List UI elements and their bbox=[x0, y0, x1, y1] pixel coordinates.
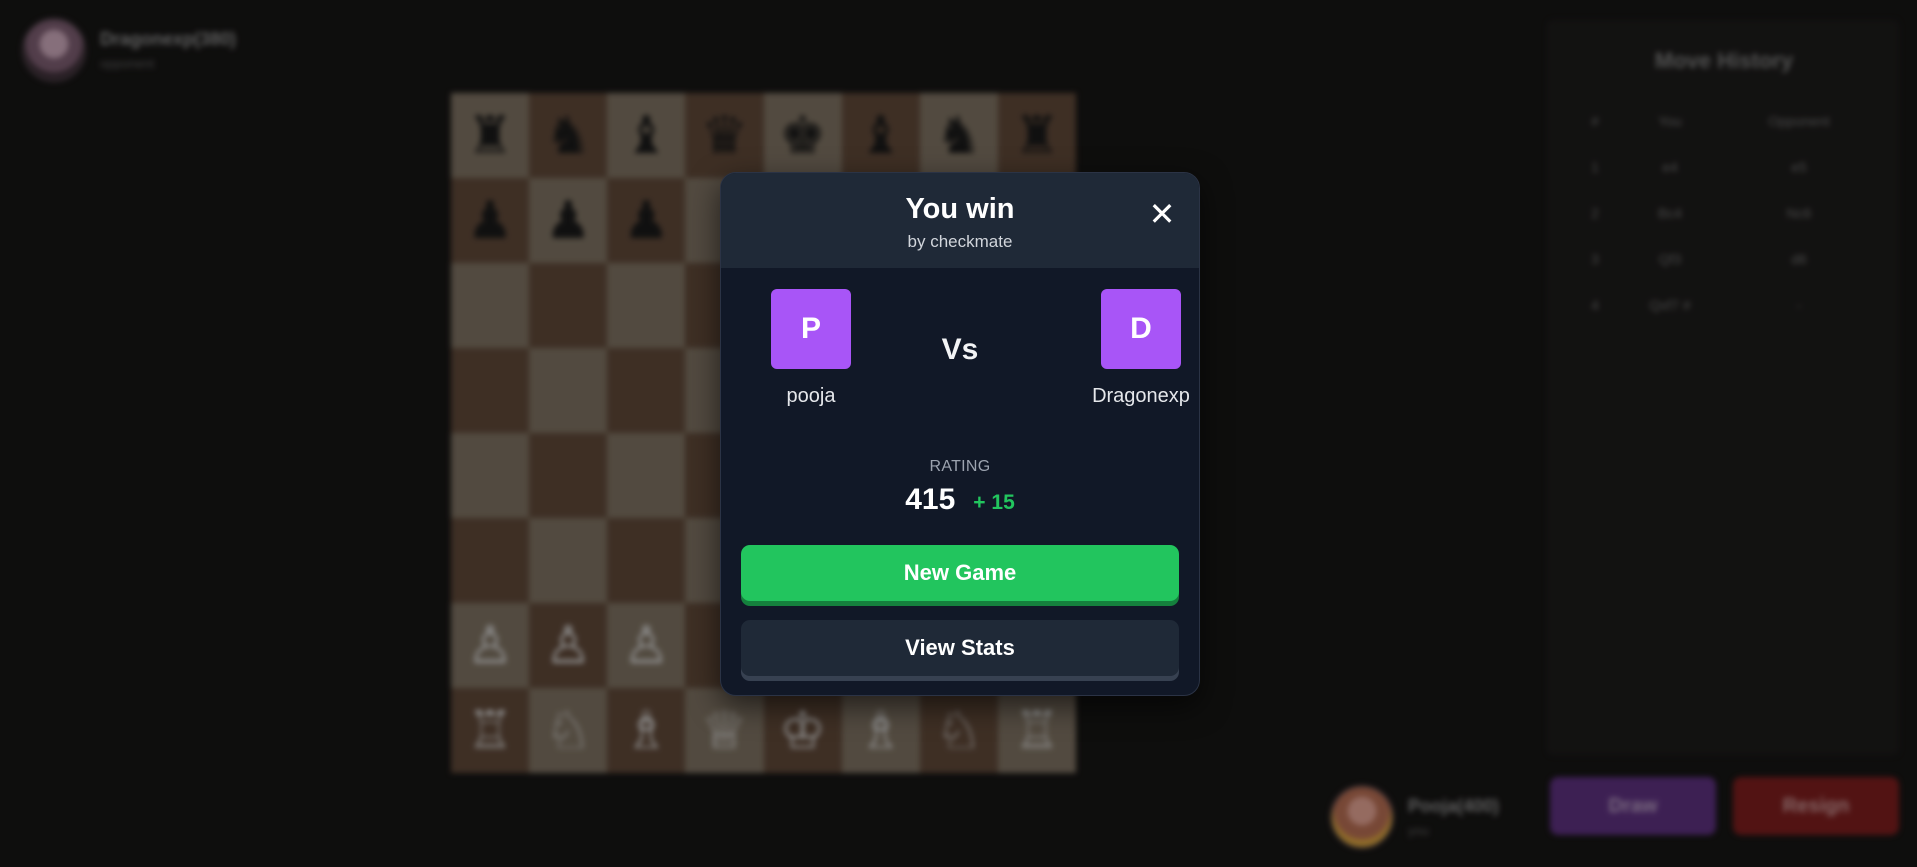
close-icon[interactable]: ✕ bbox=[1147, 196, 1177, 232]
rating-delta: + 15 bbox=[973, 491, 1015, 514]
loser-avatar: D bbox=[1101, 289, 1181, 369]
rating-value: 415 bbox=[905, 483, 956, 516]
view-stats-button[interactable]: View Stats bbox=[741, 620, 1179, 676]
winner-name: pooja bbox=[786, 385, 836, 407]
result-title: You win bbox=[905, 193, 1015, 225]
new-game-button[interactable]: New Game bbox=[741, 545, 1179, 601]
modal-header: You win by checkmate ✕ bbox=[721, 173, 1199, 268]
result-subtitle: by checkmate bbox=[907, 232, 1013, 251]
loser-name: Dragonexp bbox=[1092, 385, 1190, 407]
game-result-modal: You win by checkmate ✕ P pooja Vs D Drag… bbox=[720, 172, 1200, 696]
rating-row: 415 + 15 bbox=[721, 483, 1199, 517]
rating-label: RATING bbox=[929, 458, 991, 475]
loser-player: D Dragonexp bbox=[1081, 289, 1199, 408]
